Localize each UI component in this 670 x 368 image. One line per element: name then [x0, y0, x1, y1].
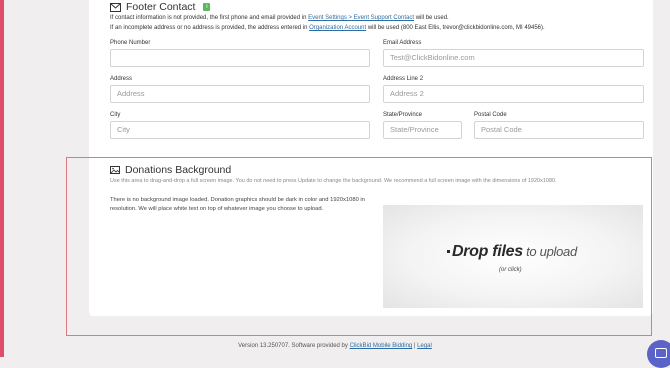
event-settings-link[interactable]: Event Settings > Event Support Contact	[308, 15, 414, 21]
address2-field[interactable]: Address 2	[383, 85, 644, 103]
address-placeholder: Address	[117, 89, 145, 98]
dropzone-sub-label: (or click)	[499, 267, 522, 273]
image-dropzone[interactable]: Drop files to upload (or click)	[383, 205, 643, 308]
organization-account-link[interactable]: Organization Account	[309, 25, 366, 31]
city-field[interactable]: City	[110, 121, 370, 139]
page-left-edge	[0, 0, 4, 357]
postal-field[interactable]: Postal Code	[474, 121, 644, 139]
email-field[interactable]: Test@ClickBidonline.com	[383, 49, 644, 67]
postal-label: Postal Code	[474, 112, 507, 118]
phone-label: Phone Number	[110, 40, 151, 46]
footer-contact-title: Footer Contact i	[110, 1, 211, 13]
donations-background-title-text: Donations Background	[125, 164, 232, 176]
info-badge: i	[203, 3, 211, 11]
state-label: State/Province	[383, 112, 423, 118]
version-text: Version 13.250707. Software provided by	[238, 343, 350, 349]
legal-link[interactable]: Legal	[417, 343, 432, 349]
footer-contact-info-2: If an incomplete address or no address i…	[110, 25, 545, 31]
info-text: If an incomplete address or no address i…	[110, 25, 310, 31]
no-image-notice: There is no background image loaded. Don…	[110, 197, 365, 212]
donations-background-title: Donations Background	[110, 164, 231, 176]
address2-placeholder: Address 2	[390, 89, 424, 98]
chat-launcher-button[interactable]	[647, 340, 670, 368]
postal-placeholder: Postal Code	[481, 125, 522, 134]
email-label: Email Address	[383, 40, 422, 46]
footer-contact-title-text: Footer Contact	[126, 1, 196, 13]
provider-link[interactable]: ClickBid Mobile Bidding	[350, 343, 413, 349]
envelope-icon	[110, 2, 121, 12]
state-field[interactable]: State/Province	[383, 121, 462, 139]
info-text: will be used (800 East Ellis, trevor@cli…	[366, 25, 545, 31]
city-label: City	[110, 112, 121, 118]
dropzone-tail-text: to upload	[522, 244, 577, 259]
info-text: If contact information is not provided, …	[110, 15, 309, 21]
dropzone-main-text: Drop files	[452, 243, 523, 260]
dropzone-bullet	[447, 250, 450, 254]
image-icon	[110, 166, 120, 174]
phone-field[interactable]	[110, 49, 370, 67]
state-placeholder: State/Province	[390, 125, 439, 134]
address-field[interactable]: Address	[110, 85, 370, 103]
email-placeholder: Test@ClickBidonline.com	[390, 53, 475, 62]
donations-description: Use this area to drag-and-drop a full sc…	[110, 178, 557, 184]
page-footer: Version 13.250707. Software provided by …	[0, 343, 670, 349]
dropzone-label: Drop files to upload	[447, 243, 577, 261]
address2-label: Address Line 2	[383, 76, 424, 82]
info-text: will be used.	[414, 15, 449, 21]
address-label: Address	[110, 76, 133, 82]
footer-contact-info-1: If contact information is not provided, …	[110, 15, 449, 21]
city-placeholder: City	[117, 125, 130, 134]
